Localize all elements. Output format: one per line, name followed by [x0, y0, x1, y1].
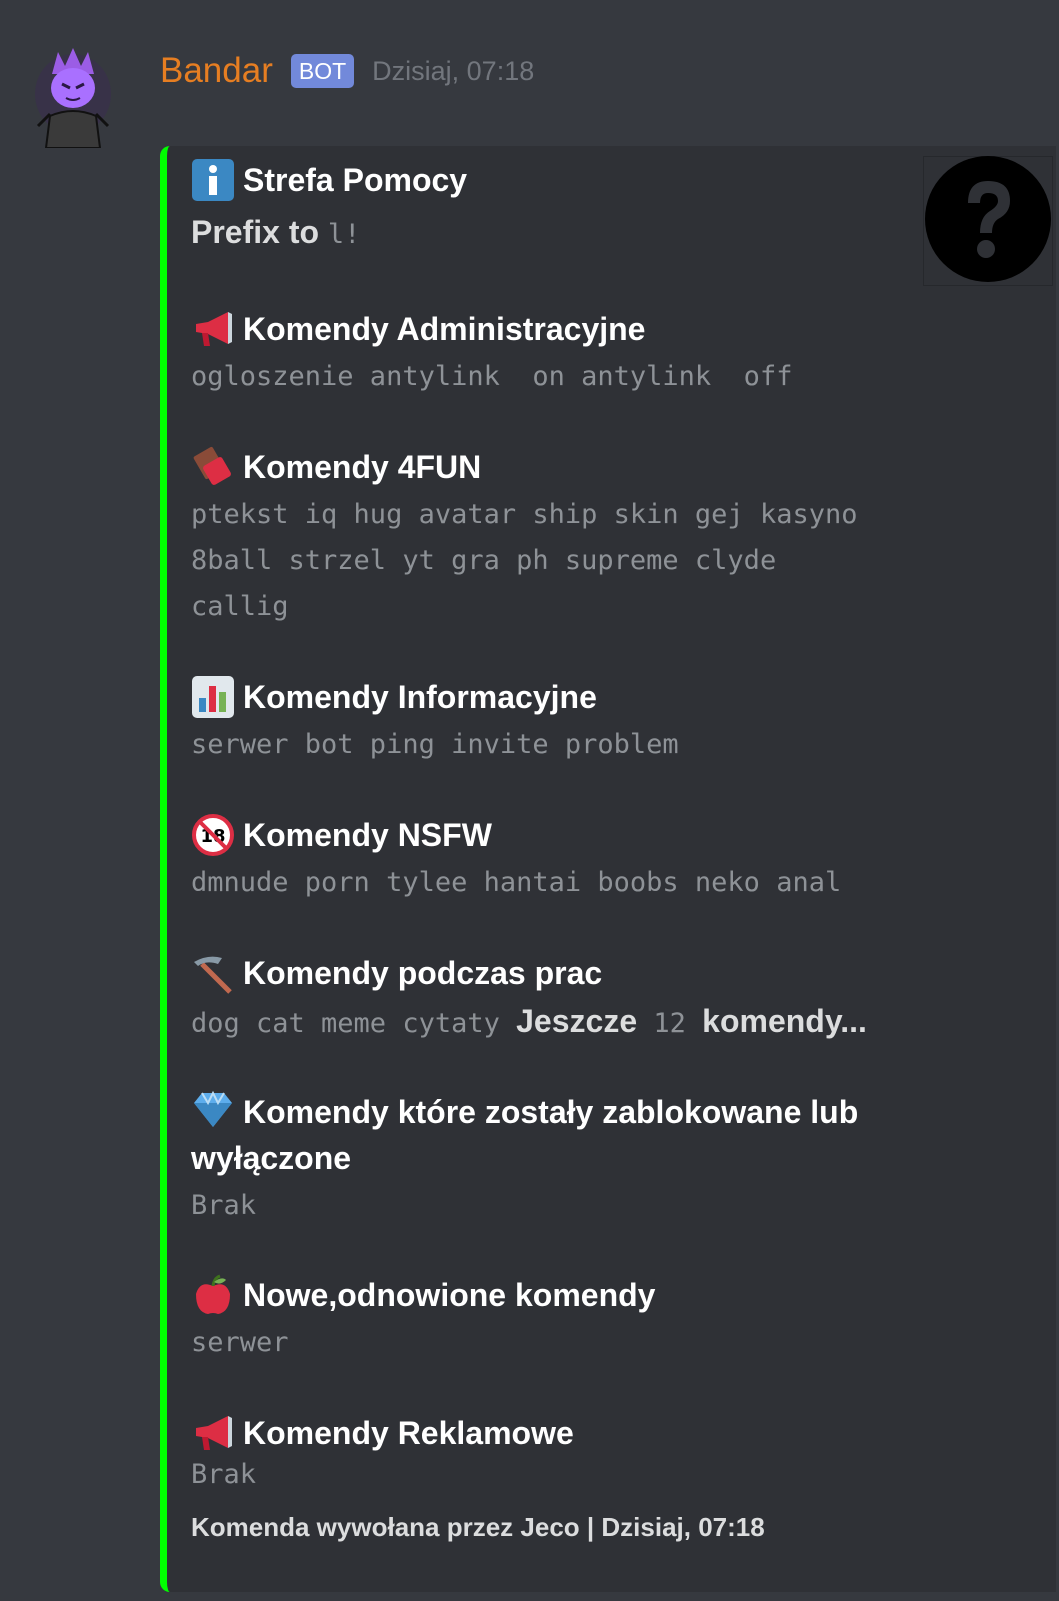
field-value: dmnude porn tylee hantai boobs neko anal	[191, 867, 842, 898]
chocolate-bar-icon	[191, 445, 235, 489]
field-value: ptekst iq hug avatar ship skin gej kasyn…	[191, 499, 858, 622]
field-name-text: Komendy które zostały zablokowane lub wy…	[191, 1094, 859, 1176]
avatar[interactable]	[32, 44, 114, 149]
question-mark-icon	[924, 155, 1052, 287]
field-value: serwer	[191, 1327, 289, 1358]
embed-thumbnail[interactable]	[923, 156, 1053, 286]
field-value: Brak	[191, 1459, 257, 1490]
field-value: dog cat meme cytaty Jeszcze 12 komendy..…	[191, 998, 911, 1047]
megaphone-icon	[191, 1411, 235, 1455]
field-name-text-wrap: Komendy które zostały zablokowane lub wy…	[191, 1088, 881, 1181]
embed-footer: Komenda wywołana przez Jeco | Dzisiaj, 0…	[191, 1512, 765, 1542]
field-name: Nowe,odnowione komendy	[191, 1272, 891, 1318]
megaphone-icon	[191, 307, 235, 351]
more-suffix: komendy...	[702, 1003, 867, 1039]
field-name-text: Komendy Informacyjne	[243, 679, 597, 715]
field-name-text: Komendy Administracyjne	[243, 311, 646, 347]
field-reklamowe: Komendy Reklamowe Brak	[191, 1410, 891, 1498]
field-nsfw: 18 Komendy NSFW dmnude porn tylee hantai…	[191, 812, 891, 906]
field-name-text: Komendy 4FUN	[243, 449, 482, 485]
prefix-code: l!	[327, 219, 361, 250]
field-zablokowane: Komendy które zostały zablokowane lub wy…	[191, 1088, 881, 1229]
embed-title-text: Strefa Pomocy	[243, 161, 468, 198]
pick-icon	[191, 951, 235, 995]
field-nowe: Nowe,odnowione komendy serwer	[191, 1272, 891, 1366]
field-name: Komendy Informacyjne	[191, 674, 891, 720]
field-name: Komendy Administracyjne	[191, 306, 891, 352]
embed: Strefa Pomocy Prefix to l! Komendy Admin…	[160, 146, 1056, 1592]
bot-tag: BOT	[290, 54, 355, 88]
more-count: 12	[653, 1008, 686, 1039]
message-timestamp: Dzisiaj, 07:18	[372, 55, 535, 86]
bot-message: Bandar BOT Dzisiaj, 07:18 Strefa Pomocy …	[0, 0, 1059, 1601]
no-under-18-icon: 18	[191, 813, 235, 857]
embed-description: Prefix to l!	[191, 214, 360, 251]
field-name-text: Komendy NSFW	[243, 817, 492, 853]
field-name: Komendy Reklamowe	[191, 1410, 891, 1456]
message-header: Bandar BOT Dzisiaj, 07:18	[160, 46, 534, 96]
field-value-commands: dog cat meme cytaty	[191, 1008, 500, 1039]
field-name: Komendy które zostały zablokowane lub wy…	[191, 1088, 881, 1181]
field-value: ogloszenie antylink on antylink off	[191, 361, 793, 392]
field-value: Brak	[191, 1190, 257, 1221]
embed-title: Strefa Pomocy	[191, 158, 467, 202]
field-name-text: Komendy podczas prac	[243, 955, 603, 991]
apple-icon	[191, 1273, 235, 1317]
field-name: Komendy 4FUN	[191, 444, 871, 490]
bar-chart-icon	[191, 675, 235, 719]
field-informacyjne: Komendy Informacyjne serwer bot ping inv…	[191, 674, 891, 768]
field-value: serwer bot ping invite problem	[191, 729, 679, 760]
field-podczas-prac: Komendy podczas prac dog cat meme cytaty…	[191, 950, 911, 1047]
field-name-text: Nowe,odnowione komendy	[243, 1277, 656, 1313]
more-prefix: Jeszcze	[516, 1003, 638, 1039]
information-icon	[191, 158, 235, 202]
field-name: 18 Komendy NSFW	[191, 812, 891, 858]
field-administracyjne: Komendy Administracyjne ogloszenie antyl…	[191, 306, 891, 400]
gem-icon	[191, 1088, 235, 1132]
description-text: Prefix to	[191, 214, 328, 250]
field-name-text: Komendy Reklamowe	[243, 1415, 574, 1451]
field-4fun: Komendy 4FUN ptekst iq hug avatar ship s…	[191, 444, 871, 630]
field-name: Komendy podczas prac	[191, 950, 911, 996]
username[interactable]: Bandar	[160, 51, 273, 91]
